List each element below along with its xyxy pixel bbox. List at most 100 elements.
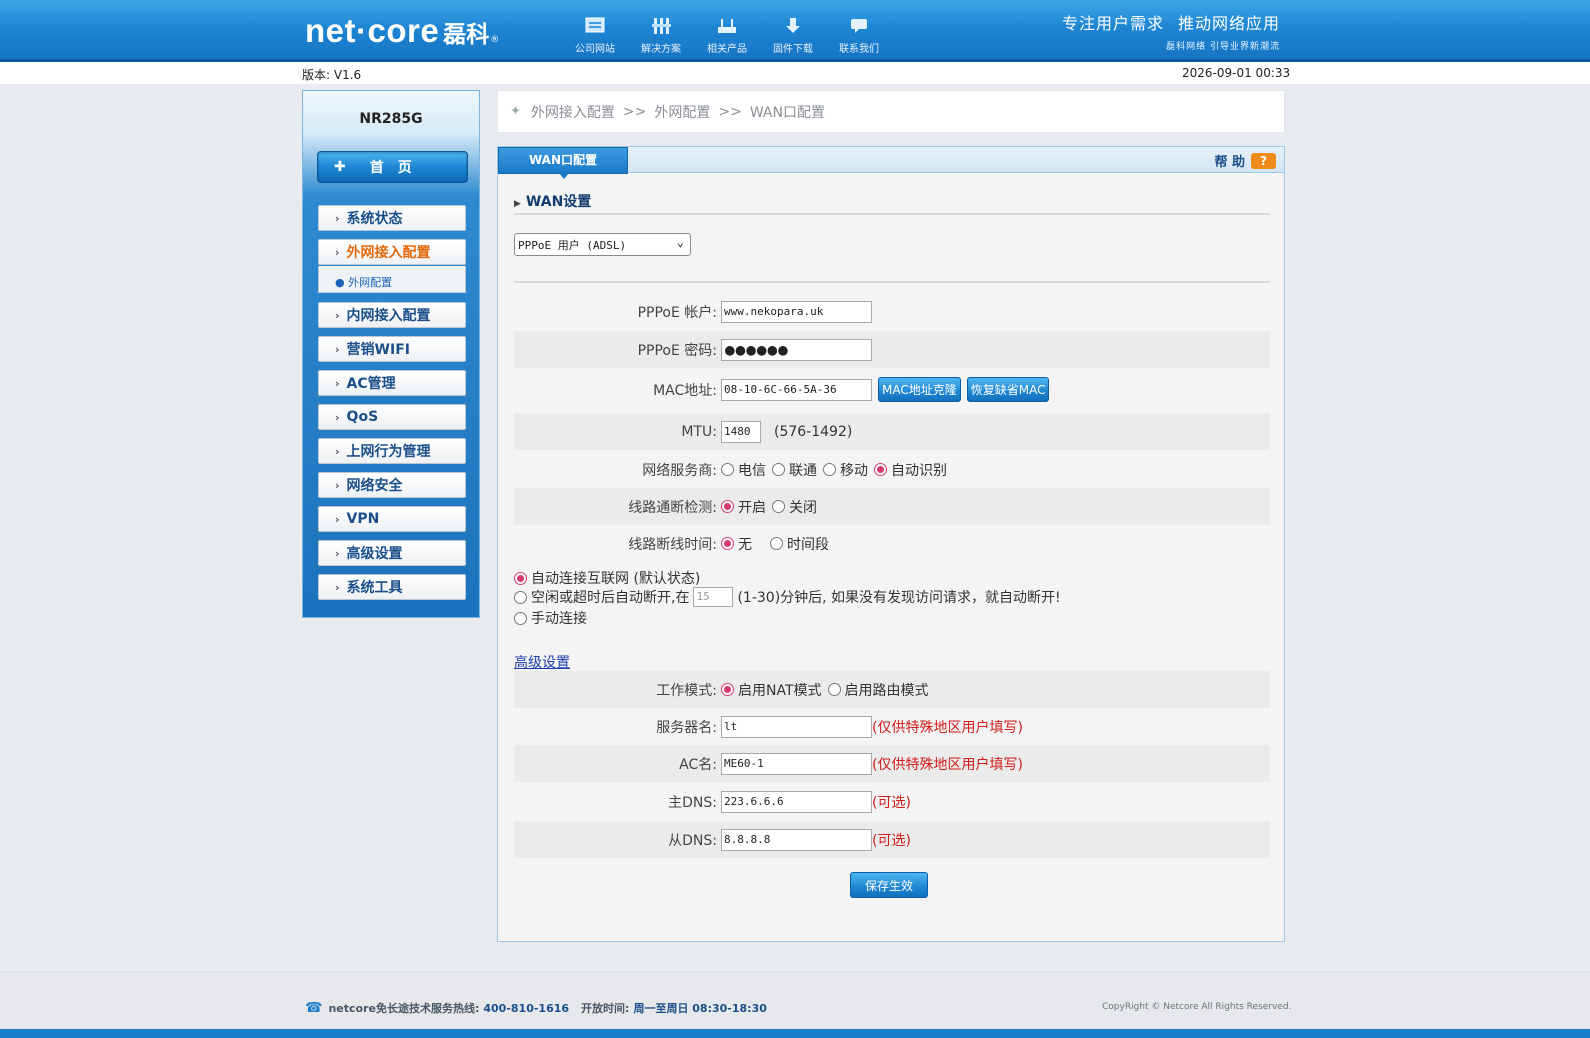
- sidebar-item-wan-access[interactable]: › 外网接入配置: [318, 239, 466, 265]
- radio-button[interactable]: [721, 500, 734, 513]
- question-icon: ?: [1251, 152, 1276, 169]
- connection-type-select[interactable]: PPPoE 用户 (ADSL) ⌄: [514, 233, 691, 256]
- isp-option-mobile[interactable]: 移动: [823, 460, 868, 480]
- radio-button[interactable]: [721, 463, 734, 476]
- hours-value: 周一至周日 08:30-18:30: [633, 1002, 767, 1015]
- isp-option-unicom[interactable]: 联通: [772, 460, 817, 480]
- disconnect-time-period[interactable]: 时间段: [770, 534, 829, 554]
- download-icon: [786, 18, 800, 33]
- radio-button[interactable]: [514, 611, 527, 625]
- conn-mode-idle[interactable]: 空闲或超时后自动断开,在 15 (1-30)分钟后, 如果没有发现访问请求，就自…: [514, 587, 1061, 607]
- sidebar-item-system-status[interactable]: › 系统状态: [318, 205, 466, 231]
- breadcrumb: ✦ 外网接入配置 >> 外网配置 >> WAN口配置: [497, 90, 1285, 133]
- radio-button[interactable]: [772, 500, 785, 513]
- option-label: 手动连接: [531, 611, 587, 627]
- sidebar-item-vpn[interactable]: › VPN: [318, 506, 466, 532]
- radio-button[interactable]: [770, 537, 783, 550]
- topnav-label: 联系我们: [839, 44, 879, 55]
- topnav-company-website[interactable]: 公司网站: [562, 16, 628, 55]
- topnav-products[interactable]: 相关产品: [694, 16, 760, 55]
- sidebar-item-ac-management[interactable]: › AC管理: [318, 370, 466, 396]
- sidebar-subitem-wan-config[interactable]: ● 外网配置: [318, 266, 466, 293]
- radio-button[interactable]: [772, 463, 785, 476]
- special-region-hint: (仅供特殊地区用户填写): [872, 756, 1023, 773]
- option-label-suffix: (1-30)分钟后, 如果没有发现访问请求，就自动断开!: [737, 590, 1061, 606]
- copyright: CopyRight © Netcore All Rights Reserved.: [1102, 1002, 1292, 1012]
- logo-brand: net·core: [305, 12, 440, 49]
- help-button[interactable]: 帮 助 ?: [1214, 151, 1276, 170]
- topnav-label: 解决方案: [641, 44, 681, 55]
- radio-button[interactable]: [823, 463, 836, 476]
- topnav-contact-us[interactable]: 联系我们: [826, 16, 892, 55]
- sidebar-item-system-tools[interactable]: › 系统工具: [318, 574, 466, 600]
- sidebar-item-qos[interactable]: › QoS: [318, 404, 466, 430]
- topnav-label: 公司网站: [575, 44, 615, 55]
- home-button[interactable]: ✚ 首 页: [317, 151, 468, 183]
- secondary-dns-label: 从DNS:: [668, 832, 717, 849]
- row-work-mode: 工作模式: 启用NAT模式 启用路由模式: [514, 671, 1270, 708]
- pppoe-password-label: PPPoE 密码:: [637, 342, 717, 359]
- wan-config-panel: WAN口配置 帮 助 ? ▶ WAN设置 PPPoE 用户 (ADSL) ⌄ PP…: [497, 146, 1285, 942]
- mac-address-input[interactable]: 08-10-6C-66-5A-36: [721, 378, 872, 401]
- link-detect-off[interactable]: 关闭: [772, 497, 817, 517]
- sparkle-icon: ✦: [510, 104, 521, 119]
- radio-button[interactable]: [874, 463, 887, 476]
- sidebar-item-network-security[interactable]: › 网络安全: [318, 472, 466, 498]
- secondary-dns-input[interactable]: 8.8.8.8: [721, 828, 872, 851]
- primary-dns-input[interactable]: 223.6.6.6: [721, 790, 872, 813]
- top-nav: 公司网站 解决方案 相关产品 固件下载 联系我们: [562, 16, 892, 55]
- save-apply-button[interactable]: 保存生效: [850, 872, 928, 898]
- sidebar-item-label: 营销WIFI: [346, 342, 410, 358]
- mac-restore-default-button[interactable]: 恢复缺省MAC: [966, 377, 1050, 402]
- topnav-firmware-download[interactable]: 固件下载: [760, 16, 826, 55]
- work-mode-nat[interactable]: 启用NAT模式: [721, 680, 822, 700]
- row-primary-dns: 主DNS: 223.6.6.6 (可选): [514, 783, 1270, 820]
- row-mtu: MTU: 1480 (576-1492): [514, 413, 1270, 450]
- mac-clone-button[interactable]: MAC地址克隆: [878, 377, 961, 402]
- topnav-solutions[interactable]: 解决方案: [628, 16, 694, 55]
- radio-button[interactable]: [514, 590, 527, 604]
- work-mode-route[interactable]: 启用路由模式: [827, 680, 929, 700]
- row-server-name: 服务器名: lt (仅供特殊地区用户填写): [514, 708, 1270, 745]
- tab-wan-config[interactable]: WAN口配置: [498, 147, 628, 179]
- radio-button[interactable]: [721, 537, 734, 550]
- plus-icon: ✚: [334, 159, 346, 175]
- phone-icon: ☎: [305, 1000, 323, 1016]
- chevron-right-icon: ›: [335, 308, 340, 322]
- sidebar-item-marketing-wifi[interactable]: › 营销WIFI: [318, 336, 466, 362]
- ac-name-input[interactable]: ME60-1: [721, 752, 872, 775]
- sidebar-item-label: AC管理: [346, 376, 396, 392]
- conn-mode-auto[interactable]: 自动连接互联网 (默认状态): [514, 568, 700, 588]
- advanced-settings-link[interactable]: 高级设置: [514, 652, 570, 672]
- chevron-right-icon: ›: [335, 211, 340, 225]
- netcore-logo[interactable]: net·core 磊科 ®: [305, 12, 499, 49]
- link-detect-on[interactable]: 开启: [721, 497, 766, 517]
- idle-minutes-input[interactable]: 15: [693, 587, 734, 607]
- radio-button[interactable]: [721, 683, 734, 696]
- mtu-input[interactable]: 1480: [721, 420, 761, 443]
- slogan-part-2: 推动网络应用: [1177, 14, 1280, 33]
- radio-button[interactable]: [514, 571, 527, 585]
- conn-mode-manual[interactable]: 手动连接: [514, 608, 587, 628]
- disconnect-time-none[interactable]: 无: [721, 534, 752, 554]
- chevron-right-icon: ›: [335, 410, 340, 424]
- optional-hint: (可选): [872, 794, 911, 811]
- radio-button[interactable]: [827, 683, 841, 696]
- breadcrumb-separator: >>: [622, 103, 647, 120]
- sidebar-item-label: 系统状态: [346, 211, 403, 227]
- isp-option-telecom[interactable]: 电信: [721, 460, 766, 480]
- option-label: 启用NAT模式: [738, 682, 822, 699]
- server-name-input[interactable]: lt: [721, 715, 872, 738]
- special-region-hint: (仅供特殊地区用户填写): [872, 719, 1023, 736]
- sidebar-item-lan-access[interactable]: › 内网接入配置: [318, 302, 466, 328]
- topnav-label: 相关产品: [707, 44, 747, 55]
- pppoe-password-input[interactable]: ●●●●●●: [721, 338, 872, 361]
- chevron-right-icon: ›: [335, 580, 340, 594]
- sidebar-item-behavior-management[interactable]: › 上网行为管理: [318, 438, 466, 464]
- option-label: 空闲或超时后自动断开,在: [531, 590, 690, 606]
- isp-option-auto[interactable]: 自动识别: [874, 460, 947, 480]
- option-label: 联通: [789, 462, 817, 479]
- mtu-range-hint: (576-1492): [774, 423, 853, 440]
- pppoe-account-input[interactable]: www.nekopara.uk: [721, 300, 872, 323]
- sidebar-item-advanced-settings[interactable]: › 高级设置: [318, 540, 466, 566]
